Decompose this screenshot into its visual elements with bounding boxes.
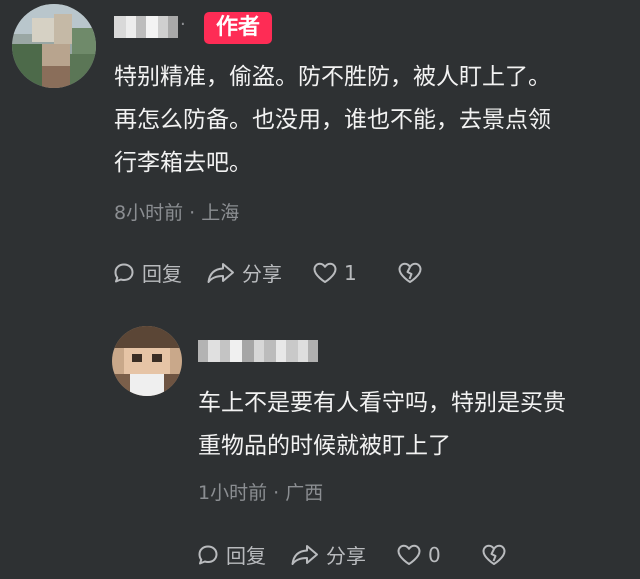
comment2-text-line: 重物品的时候就被盯上了	[198, 433, 451, 459]
share-label: 分享	[242, 262, 282, 286]
reply-button[interactable]: 回复	[112, 258, 182, 287]
comment1-text-line: 特别精准，偷盗。防不胜防，被人盯上了。	[114, 64, 551, 90]
share-label: 分享	[326, 544, 366, 568]
reply-button[interactable]: 回复	[196, 540, 266, 569]
comment1-username-blurred[interactable]	[114, 16, 178, 38]
comment2-text-line: 车上不是要有人看守吗，特别是买贵	[198, 390, 566, 416]
broken-heart-icon	[398, 262, 422, 283]
comment1-text-line: 再怎么防备。也没用，谁也不能，去景点领	[114, 107, 551, 133]
share-button[interactable]: 分享	[290, 540, 366, 569]
comment1-text-line: 行李箱去吧。	[114, 150, 252, 176]
share-icon	[207, 262, 234, 283]
comment2-meta: 1小时前 · 广西	[198, 482, 324, 504]
like-count: 1	[344, 260, 357, 285]
dislike-button[interactable]	[481, 543, 513, 567]
like-button[interactable]: 1	[312, 261, 357, 285]
reply-icon	[114, 263, 134, 282]
comment2-actions: 回复 分享 0	[196, 540, 513, 569]
heart-icon	[313, 262, 337, 283]
author-badge: 作者	[204, 12, 272, 44]
share-button[interactable]: 分享	[206, 258, 282, 287]
like-button[interactable]: 0	[396, 543, 441, 567]
comment1-avatar[interactable]	[12, 4, 96, 88]
dislike-button[interactable]	[397, 261, 429, 285]
reply-icon	[198, 545, 218, 564]
broken-heart-icon	[482, 544, 506, 565]
comment1-meta: 8小时前 · 上海	[114, 202, 240, 224]
comment2-text: 车上不是要有人看守吗，特别是买贵 重物品的时候就被盯上了	[198, 384, 566, 465]
comment2-avatar[interactable]	[112, 326, 182, 396]
comment1-text: 特别精准，偷盗。防不胜防，被人盯上了。 再怎么防备。也没用，谁也不能，去景点领 …	[114, 58, 551, 182]
like-count: 0	[428, 542, 441, 567]
share-icon	[291, 544, 318, 565]
heart-icon	[397, 544, 421, 565]
comment2-username-blurred[interactable]	[198, 340, 318, 362]
reply-label: 回复	[226, 544, 266, 568]
reply-label: 回复	[142, 262, 182, 286]
comment1-actions: 回复 分享 1	[112, 258, 429, 287]
name-separator: ·	[180, 14, 186, 35]
